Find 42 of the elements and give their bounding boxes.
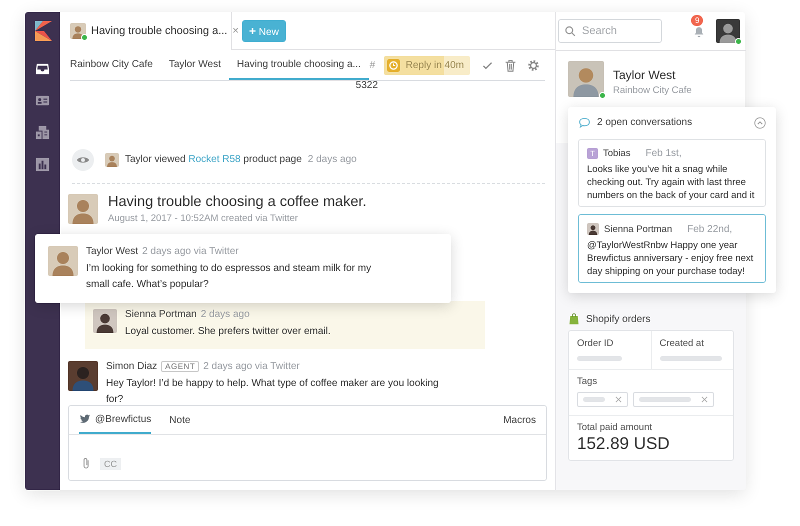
field-label: Order ID <box>577 338 614 349</box>
field-label: Total paid amount <box>577 422 653 433</box>
message-text: Hey Taylor! I’d be happy to help. What type of coffee maker are you looking for? <box>106 377 440 408</box>
total-amount: 152.89 USD <box>577 434 671 454</box>
author-name: Sienna Portman <box>125 309 197 320</box>
notification-badge: 9 <box>691 15 704 26</box>
agent-badge: AGENT <box>161 361 200 372</box>
activity-text: Taylor viewed Rocket R58 product page <box>125 154 302 166</box>
hash-sign: # <box>370 60 376 70</box>
composer-tab[interactable]: @Brewfictus <box>79 406 152 434</box>
tab-title: Having trouble choosing a... <box>91 25 228 37</box>
message-preview: Looks like you’ve hit a snag while checking out. Try again with last three numbers on the back of your card and it <box>587 163 756 202</box>
breadcrumb-tab[interactable]: Having trouble choosing a... <box>228 50 369 80</box>
ticket-number: 5322 <box>356 80 378 90</box>
message-time: 2 days ago via Twitter <box>142 246 239 258</box>
conversation-meta: August 1, 2017 - 10:52AM created via Twitter <box>108 213 299 224</box>
message-date: Feb 1st, <box>645 148 682 159</box>
author-name: Taylor West <box>86 246 138 258</box>
author-name: Sienna Portman <box>604 224 672 234</box>
message-text: Loyal customer. She prefers twitter over email. <box>125 325 331 340</box>
field-label: Tags <box>577 376 598 387</box>
popover-title: 2 open conversations <box>597 117 692 128</box>
message-time: 2 days ago via Twitter <box>203 361 300 372</box>
author-name: Simon Diaz <box>106 361 158 372</box>
section-title: Shopify orders <box>586 314 650 324</box>
field-label: Created at <box>660 338 705 349</box>
conversation-title: Having trouble choosing a coffee maker. <box>108 194 366 210</box>
reply-timer: Reply in 40m <box>384 56 470 74</box>
message-date: Feb 22nd, <box>687 224 732 234</box>
activity-time: 2 days ago <box>308 154 357 166</box>
company-name: Rainbow City Cafe <box>613 85 692 96</box>
breadcrumb-tab[interactable]: Taylor West <box>160 50 229 80</box>
message-text: I’m looking for something to do espressos and steam milk for my small cafe. What’s popular? <box>86 262 372 292</box>
message-time: 2 days ago <box>200 309 250 320</box>
contact-name: Taylor West <box>613 68 676 82</box>
conversation-card[interactable]: Sienna Portman Feb 22nd, @TaylorWestRnbw Happy one year Brewfictus anniversary - enjoy free next day shipping on your purchase today! <box>578 214 766 283</box>
composer-tab[interactable]: Note <box>169 406 190 434</box>
search-field[interactable]: Search <box>558 19 662 43</box>
message-preview: @TaylorWestRnbw Happy one year Brewfictus anniversary - enjoy free next day shipping on your purchase today! <box>587 239 754 278</box>
macros-menu[interactable]: Macros <box>503 414 536 426</box>
author-name: Tobias <box>603 148 630 159</box>
breadcrumb-tab[interactable]: Rainbow City Cafe <box>70 50 161 80</box>
